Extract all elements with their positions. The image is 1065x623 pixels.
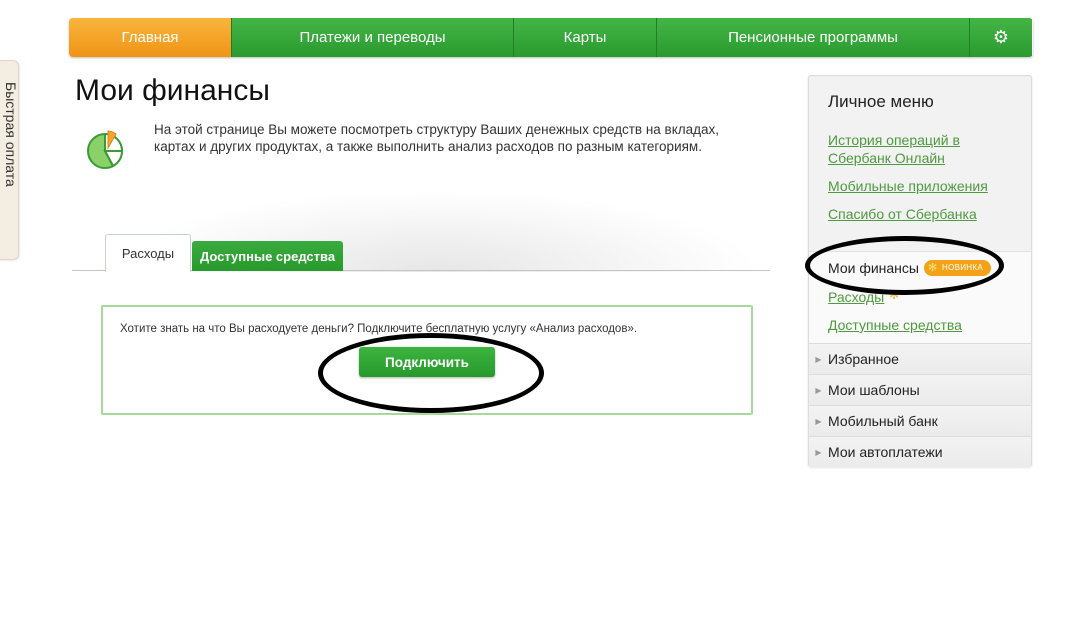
sidebar-item-mobile-bank[interactable]: ▶ Мобильный банк xyxy=(809,405,1031,436)
star-icon: ✻ xyxy=(928,262,938,274)
link-mobile-apps[interactable]: Мобильные приложения xyxy=(828,177,988,195)
sidebar-item-label: Мобильный банк xyxy=(828,413,938,429)
nav-item-payments[interactable]: Платежи и переводы xyxy=(231,18,513,57)
sidebar-item-label: Мои автоплатежи xyxy=(828,444,943,460)
tab-available-funds[interactable]: Доступные средства xyxy=(192,241,343,271)
star-icon: ✻ xyxy=(889,288,900,302)
sidebar-item-my-finances[interactable]: Мои финансы ✻ НОВИНКА Расходы ✻ Доступны… xyxy=(809,251,1031,343)
sidebar-item-autopayments[interactable]: ▶ Мои автоплатежи xyxy=(809,436,1031,467)
my-finances-label: Мои финансы xyxy=(828,260,919,276)
chevron-right-icon: ▶ xyxy=(815,385,822,395)
link-expenses-label: Расходы xyxy=(828,289,885,305)
connect-button[interactable]: Подключить xyxy=(359,347,495,377)
nav-item-home[interactable]: Главная xyxy=(69,18,231,57)
sidebar-item-favorites[interactable]: ▶ Избранное xyxy=(809,343,1031,374)
nav-item-cards[interactable]: Карты xyxy=(513,18,656,57)
pie-chart-icon xyxy=(87,130,124,169)
nav-item-pension[interactable]: Пенсионные программы xyxy=(656,18,969,57)
sidebar-item-label: Избранное xyxy=(828,351,899,367)
sidebar-item-templates[interactable]: ▶ Мои шаблоны xyxy=(809,374,1031,405)
page-intro: На этой странице Вы можете посмотреть ст… xyxy=(154,122,720,154)
gear-icon: ⚙ xyxy=(992,27,1010,47)
quick-pay-tab[interactable]: Быстрая оплата xyxy=(0,60,19,260)
sidebar-item-label: Мои шаблоны xyxy=(828,382,920,398)
expense-analysis-text: Хотите знать на что Вы расходуете деньги… xyxy=(120,323,638,335)
link-operation-history[interactable]: История операций в Сбербанк Онлайн xyxy=(828,131,988,167)
settings-button[interactable]: ⚙ xyxy=(969,18,1032,57)
chevron-right-icon: ▶ xyxy=(815,447,822,457)
chevron-right-icon: ▶ xyxy=(815,354,822,364)
link-thank-you[interactable]: Спасибо от Сбербанка xyxy=(828,205,977,223)
new-badge-label: НОВИНКА xyxy=(942,263,983,272)
link-available-funds[interactable]: Доступные средства xyxy=(828,316,962,334)
page-title: Мои финансы xyxy=(75,74,270,107)
new-badge: ✻ НОВИНКА xyxy=(924,260,991,276)
tab-expenses[interactable]: Расходы xyxy=(105,234,191,272)
quick-pay-label: Быстрая оплата xyxy=(3,82,19,187)
chevron-right-icon: ▶ xyxy=(815,416,822,426)
link-expenses[interactable]: Расходы xyxy=(828,288,884,306)
personal-menu-title: Личное меню xyxy=(828,92,934,111)
personal-menu: Личное меню История операций в Сбербанк … xyxy=(808,75,1032,467)
expense-analysis-box: Хотите знать на что Вы расходуете деньги… xyxy=(101,305,753,415)
top-navigation: Главная Платежи и переводы Карты Пенсион… xyxy=(69,18,1033,57)
